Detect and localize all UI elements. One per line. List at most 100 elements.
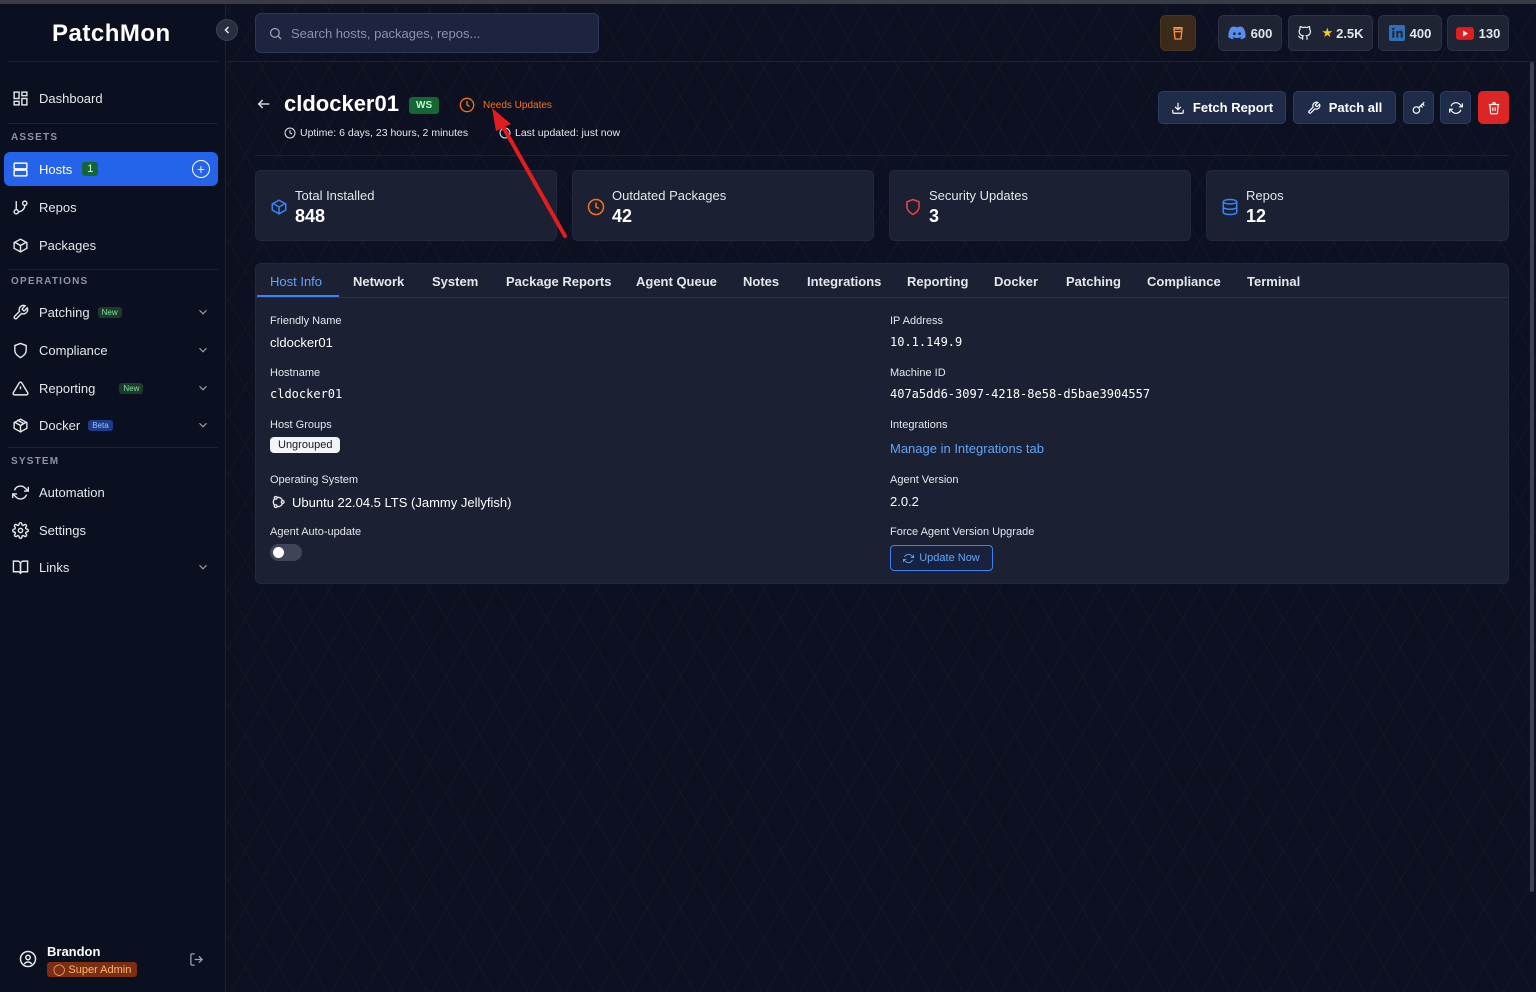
auto-update-toggle[interactable] [270, 544, 302, 561]
chevron-down-icon[interactable] [196, 560, 210, 574]
ip-address-label: IP Address [890, 315, 943, 327]
user-name: Brandon [47, 944, 101, 959]
chevron-down-icon[interactable] [196, 343, 210, 357]
stat-value: 3 [929, 206, 940, 226]
app-logo[interactable]: PatchMon [52, 20, 171, 48]
machine-id-value: 407a5dd6-3097-4218-8e58-d5bae3904557 [890, 387, 1151, 401]
update-now-button[interactable]: Update Now [890, 545, 993, 571]
force-upgrade-label: Force Agent Version Upgrade [890, 526, 1035, 538]
github-link[interactable]: ★ 2.5K [1288, 15, 1373, 51]
delete-host-button[interactable] [1478, 91, 1509, 124]
sidebar-item-compliance[interactable]: Compliance [4, 333, 218, 367]
tab-host-info[interactable]: Host Info [270, 274, 322, 289]
sidebar-collapse-button[interactable] [216, 19, 238, 41]
friendly-name-label: Friendly Name [270, 315, 342, 327]
update-now-label: Update Now [919, 552, 980, 564]
sidebar: PatchMon Dashboard ASSETS Hosts 1 + Repo… [0, 4, 226, 992]
sidebar-item-packages[interactable]: Packages [4, 228, 218, 262]
sidebar-item-hosts[interactable]: Hosts 1 + [4, 152, 218, 186]
tab-network[interactable]: Network [353, 274, 404, 289]
tab-package-reports[interactable]: Package Reports [506, 274, 612, 289]
sidebar-item-patching[interactable]: Patching New [4, 295, 218, 329]
hostname-value: cldocker01 [270, 387, 343, 401]
sidebar-item-settings[interactable]: Settings [4, 513, 218, 547]
sidebar-item-label: Links [39, 559, 70, 575]
linkedin-count: 400 [1409, 25, 1432, 41]
tab-docker[interactable]: Docker [994, 274, 1038, 289]
shield-icon [906, 198, 920, 216]
youtube-count: 130 [1478, 25, 1501, 41]
sidebar-divider [8, 61, 218, 62]
search-input[interactable]: Search hosts, packages, repos... [255, 13, 599, 53]
youtube-link[interactable]: 130 [1447, 15, 1509, 51]
sidebar-item-dashboard[interactable]: Dashboard [4, 81, 218, 115]
sidebar-item-repos[interactable]: Repos [4, 190, 218, 224]
buy-coffee-button[interactable] [1160, 15, 1196, 51]
tab-compliance[interactable]: Compliance [1147, 274, 1221, 289]
hosts-count-badge: 1 [82, 162, 99, 176]
stat-card-outdated-packages[interactable]: Outdated Packages 42 [572, 170, 874, 241]
host-group-chip[interactable]: Ungrouped [270, 437, 341, 453]
sidebar-item-links[interactable]: Links [4, 550, 218, 584]
chevron-down-icon[interactable] [196, 418, 210, 432]
linkedin-link[interactable]: 400 [1378, 15, 1442, 51]
credentials-button[interactable] [1403, 91, 1434, 124]
alert-triangle-icon [12, 380, 29, 396]
sidebar-item-reporting[interactable]: Reporting New [4, 371, 218, 405]
stat-card-repos[interactable]: Repos 12 [1206, 170, 1509, 241]
tab-terminal[interactable]: Terminal [1247, 274, 1300, 289]
sidebar-item-label: Packages [39, 237, 97, 253]
clock-icon [284, 127, 296, 139]
patch-all-button[interactable]: Patch all [1293, 91, 1396, 124]
stat-card-total-installed[interactable]: Total Installed 848 [255, 170, 557, 241]
sidebar-item-label: Automation [39, 484, 105, 500]
ubuntu-icon [272, 495, 285, 509]
discord-link[interactable]: 600 [1218, 15, 1282, 51]
manage-integrations-link[interactable]: Manage in Integrations tab [890, 441, 1044, 456]
user-avatar-icon[interactable] [19, 950, 37, 968]
status-label: Needs Updates [483, 99, 552, 111]
linkedin-icon [1388, 25, 1405, 41]
tab-agent-queue[interactable]: Agent Queue [636, 274, 717, 289]
section-label-operations: OPERATIONS [11, 276, 89, 287]
clock-icon [499, 127, 511, 139]
sidebar-item-label: Hosts [39, 161, 73, 177]
refresh-icon [903, 553, 915, 563]
tab-notes[interactable]: Notes [743, 274, 779, 289]
sidebar-item-docker[interactable]: Docker Beta [4, 408, 218, 442]
stat-card-security-updates[interactable]: Security Updates 3 [889, 170, 1191, 241]
add-host-icon[interactable]: + [192, 160, 210, 178]
search-icon [269, 27, 282, 40]
scrollbar[interactable] [1530, 62, 1534, 892]
book-open-icon [12, 559, 29, 574]
trash-icon [1488, 101, 1499, 114]
agent-version-label: Agent Version [890, 474, 959, 486]
header-divider [227, 61, 1536, 62]
refresh-button[interactable] [1440, 91, 1471, 124]
os-label: Operating System [270, 474, 359, 486]
sidebar-item-automation[interactable]: Automation [4, 475, 218, 509]
wrench-icon [1308, 101, 1321, 114]
tab-reporting[interactable]: Reporting [907, 274, 968, 289]
last-updated-text: Last updated: just now [515, 127, 621, 139]
friendly-name-value[interactable]: cldocker01 [270, 335, 333, 350]
tab-patching[interactable]: Patching [1066, 274, 1121, 289]
tab-integrations[interactable]: Integrations [807, 274, 881, 289]
search-placeholder: Search hosts, packages, repos... [291, 25, 481, 41]
chevron-down-icon[interactable] [196, 381, 210, 395]
role-badge: ◯ Super Admin [47, 962, 138, 977]
stat-value: 42 [612, 206, 633, 226]
back-arrow-icon[interactable] [256, 96, 272, 112]
fetch-report-button[interactable]: Fetch Report [1158, 91, 1286, 124]
sidebar-item-label: Dashboard [39, 90, 103, 106]
stat-label: Total Installed [295, 188, 375, 203]
stat-value: 12 [1246, 206, 1267, 226]
refresh-icon [1448, 101, 1463, 114]
chevron-down-icon[interactable] [196, 305, 210, 319]
chevron-left-icon [224, 26, 230, 34]
section-label-assets: ASSETS [11, 132, 59, 143]
logout-icon[interactable] [189, 952, 204, 967]
tab-system[interactable]: System [432, 274, 478, 289]
section-label-system: SYSTEM [11, 456, 60, 467]
uptime: Uptime: 6 days, 23 hours, 2 minutes [284, 127, 468, 139]
